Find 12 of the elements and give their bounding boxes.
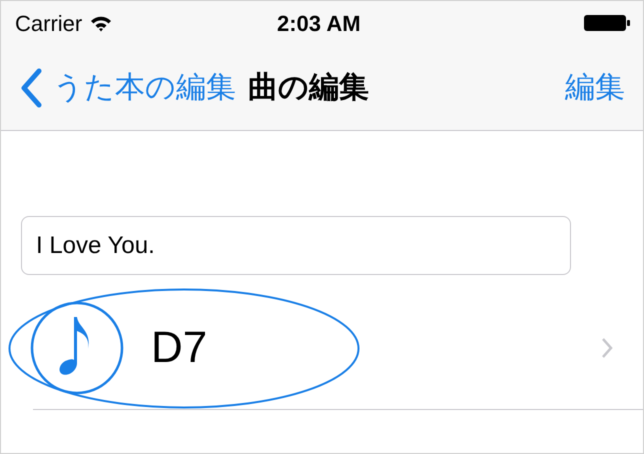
music-note-icon xyxy=(30,301,124,395)
back-button[interactable]: うた本の編集 xyxy=(19,65,236,110)
carrier-label: Carrier xyxy=(15,10,82,38)
title-input-field[interactable]: I Love You. xyxy=(21,216,571,275)
screen-title: 曲の編集 xyxy=(248,70,369,106)
chord-label: D7 xyxy=(151,322,208,374)
edit-button[interactable]: 編集 xyxy=(565,65,625,110)
chevron-right-icon[interactable] xyxy=(601,337,613,359)
battery-icon xyxy=(583,14,631,32)
wifi-icon xyxy=(90,14,112,32)
clock-time: 2:03 AM xyxy=(277,10,361,38)
back-chevron-icon xyxy=(19,68,43,108)
